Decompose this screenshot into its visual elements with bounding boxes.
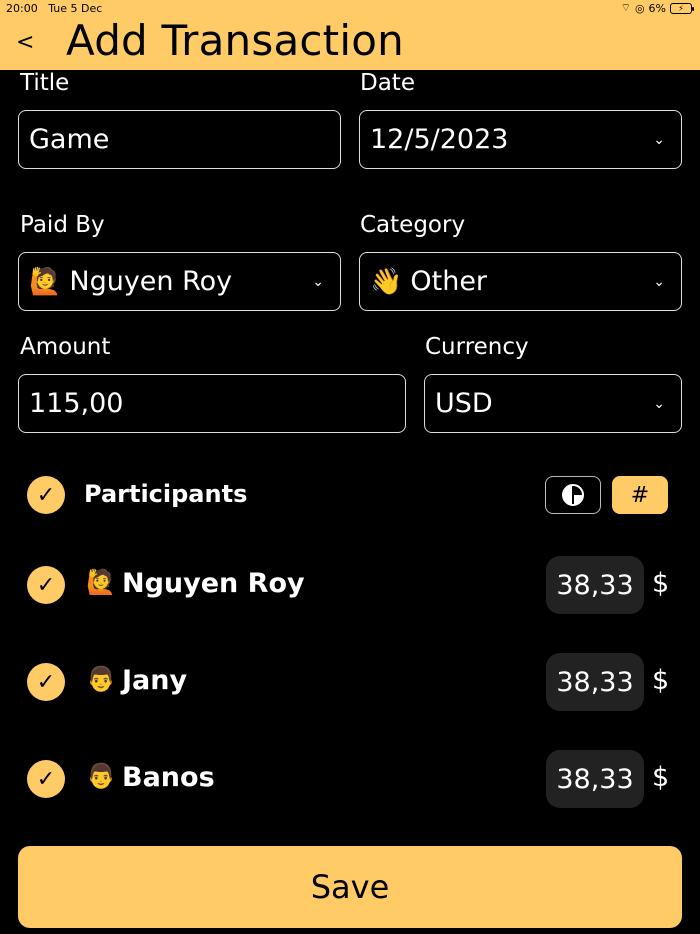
currency-label: Currency [425,334,529,360]
checkmark-icon: ✓ [36,766,56,792]
date-label: Date [360,70,415,96]
participant-amount-field[interactable]: 38,33 [546,556,644,614]
amount-label: Amount [20,334,111,360]
hash-icon: # [630,482,650,508]
checkmark-icon: ✓ [36,482,56,508]
participant-currency: $ [652,665,670,696]
man-icon: 👨 [86,762,116,790]
split-by-share-button[interactable] [545,476,601,514]
participant-name: Banos [122,762,215,793]
chevron-down-icon: ⌄ [653,395,665,412]
participants-title: Participants [84,480,248,508]
participant-amount: 38,33 [556,763,634,795]
participant-name: Nguyen Roy [122,568,305,599]
amount-input[interactable] [29,388,405,419]
participant-amount: 38,33 [556,666,634,698]
date-picker[interactable]: 12/5/2023 ⌄ [359,110,682,169]
person-raising-hand-icon: 🙋 [86,568,116,596]
category-label: Category [360,212,466,238]
category-select[interactable]: 👋 Other ⌄ [359,252,682,311]
participant-checkbox[interactable]: ✓ [27,566,65,604]
status-indicators: ⌔ ◎ 6% ⚡ [620,1,694,15]
battery-icon: ⚡ [670,2,694,14]
title-input[interactable] [29,124,340,155]
amount-field[interactable] [18,374,406,433]
title-label: Title [20,70,70,96]
wifi-icon: ⌔ [620,1,631,14]
checkmark-icon: ✓ [36,572,56,598]
status-date: Tue 5 Dec [48,2,103,15]
pie-chart-icon [562,484,584,506]
date-value: 12/5/2023 [370,124,509,155]
category-value: Other [410,266,488,297]
participant-amount-field[interactable]: 38,33 [546,750,644,808]
paid-by-value: Nguyen Roy [69,266,233,297]
status-time: 20:00 Tue 5 Dec [6,2,102,15]
paid-by-select[interactable]: 🙋 Nguyen Roy ⌄ [18,252,341,311]
chevron-down-icon: ⌄ [312,273,324,290]
participant-amount-field[interactable]: 38,33 [546,653,644,711]
participant-checkbox[interactable]: ✓ [27,760,65,798]
chevron-down-icon: ⌄ [653,131,665,148]
checkmark-icon: ✓ [36,669,56,695]
header: 20:00 Tue 5 Dec ⌔ ◎ 6% ⚡ < Add Transacti… [0,0,700,70]
page-title: Add Transaction [66,16,404,65]
back-button[interactable]: < [16,30,34,55]
participant-amount: 38,33 [556,569,634,601]
paid-by-label: Paid By [20,212,105,238]
participant-currency: $ [652,568,670,599]
currency-select[interactable]: USD ⌄ [424,374,682,433]
participant-checkbox[interactable]: ✓ [27,663,65,701]
man-icon: 👨 [86,665,116,693]
participant-currency: $ [652,762,670,793]
person-raising-hand-icon: 🙋 [29,266,62,297]
battery-percent: 6% [648,1,666,15]
participant-name: Jany [122,665,188,696]
save-button[interactable]: Save [18,846,682,928]
split-by-amount-button[interactable]: # [612,476,668,514]
waving-hand-icon: 👋 [370,266,403,297]
participants-select-all-checkbox[interactable]: ✓ [27,476,65,514]
location-icon: ◎ [634,1,645,15]
chevron-down-icon: ⌄ [653,273,665,290]
status-clock: 20:00 [6,2,38,15]
currency-value: USD [435,388,493,419]
title-field[interactable] [18,110,341,169]
